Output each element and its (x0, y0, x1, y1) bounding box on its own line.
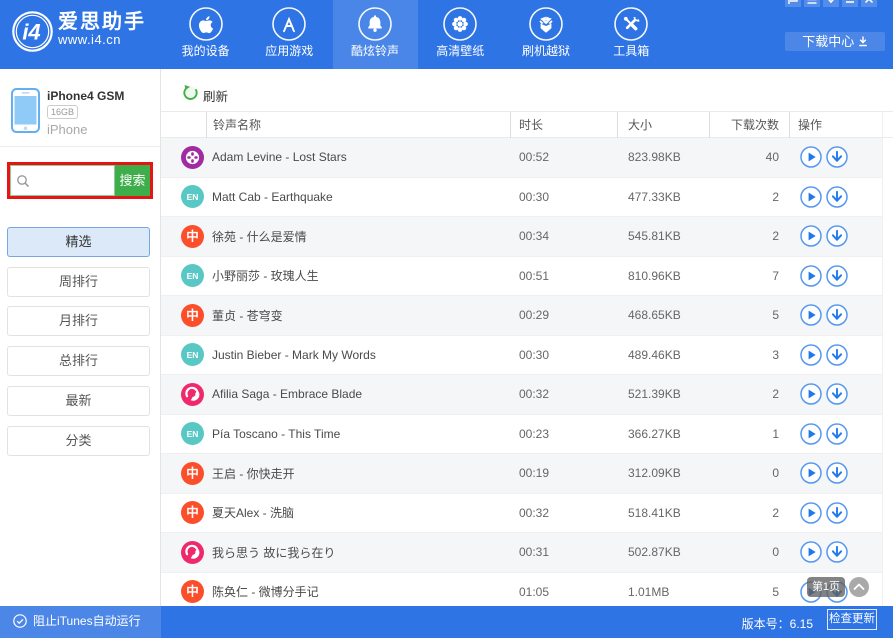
svg-text:中: 中 (186, 505, 199, 520)
svg-text:中: 中 (186, 307, 199, 322)
svg-text:EN: EN (187, 350, 199, 360)
svg-text:中: 中 (186, 584, 199, 599)
svg-text:EN: EN (187, 192, 199, 202)
svg-text:EN: EN (187, 429, 199, 439)
svg-text:中: 中 (186, 465, 199, 480)
svg-text:中: 中 (186, 228, 199, 243)
svg-text:EN: EN (187, 271, 199, 281)
svg-text:i4: i4 (22, 20, 40, 45)
